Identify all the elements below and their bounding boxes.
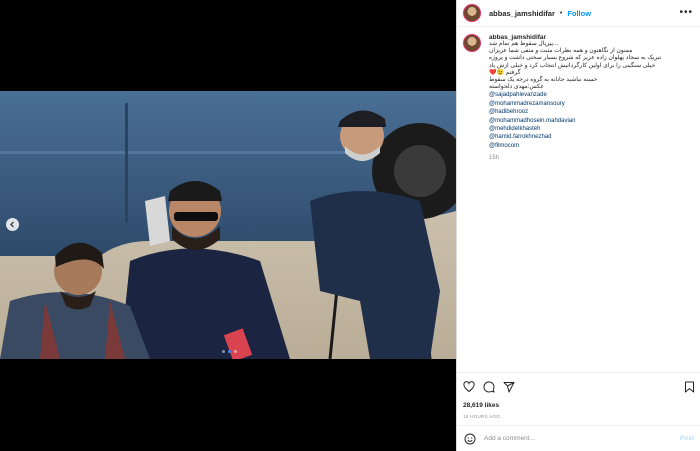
mention-link[interactable]: @sajadpahlevanzade bbox=[489, 91, 685, 99]
header-username[interactable]: abbas_jamshidifar bbox=[489, 9, 555, 18]
action-bar bbox=[463, 380, 695, 394]
post-comment-button[interactable]: Post bbox=[680, 435, 694, 442]
mention-link[interactable]: @hadibehrooz bbox=[489, 108, 685, 116]
more-options-icon[interactable]: ••• bbox=[679, 7, 693, 18]
comment-icon bbox=[483, 381, 495, 393]
chevron-left-icon bbox=[10, 221, 14, 228]
post-date: 15 HOURS AGO bbox=[463, 414, 501, 419]
carousel-dot bbox=[234, 350, 237, 353]
share-icon bbox=[503, 382, 515, 393]
like-button[interactable] bbox=[463, 381, 475, 393]
carousel-indicator bbox=[222, 350, 237, 353]
bookmark-icon bbox=[685, 381, 694, 393]
emoji-icon[interactable] bbox=[464, 433, 476, 445]
comment-button[interactable] bbox=[483, 381, 495, 393]
heart-icon bbox=[463, 381, 475, 393]
previous-image-button[interactable] bbox=[6, 218, 19, 231]
avatar[interactable] bbox=[463, 4, 481, 22]
mention-link[interactable]: @hamid.farrokhnezhad bbox=[489, 133, 685, 141]
save-button[interactable] bbox=[684, 381, 695, 393]
caption-username[interactable]: abbas_jamshidifar bbox=[489, 34, 685, 41]
share-button[interactable] bbox=[503, 381, 515, 393]
caption-body: abbas_jamshidifar ...پیرپال سقوط هم تمام… bbox=[489, 34, 685, 161]
caption-avatar[interactable] bbox=[463, 34, 481, 52]
mention-link[interactable]: @mohammadhosein.mahdavian bbox=[489, 117, 685, 125]
separator-dot: • bbox=[559, 9, 563, 17]
caption-line: عکس:مهدی دلخواسته bbox=[489, 84, 544, 91]
post-photo[interactable] bbox=[0, 91, 456, 359]
caption-line: گرفتم 😉❤️ bbox=[489, 69, 521, 76]
likes-count[interactable]: 28,619 likes bbox=[463, 402, 695, 409]
comments-area: abbas_jamshidifar ...پیرپال سقوط هم تمام… bbox=[457, 27, 700, 372]
comment-input[interactable] bbox=[484, 435, 680, 442]
caption-line: خیلی سنگینی را برای اولین کارگردانیش انت… bbox=[489, 62, 656, 69]
caption-time: 15h bbox=[489, 155, 500, 162]
post-actions: 28,619 likes 15 HOURS AGO bbox=[457, 372, 700, 419]
mention-link[interactable]: @mehdidelkhasteh bbox=[489, 125, 685, 133]
post-header: abbas_jamshidifar • Follow ••• bbox=[457, 0, 700, 27]
carousel-dot-active bbox=[228, 350, 231, 353]
mention-link[interactable]: @filmocom bbox=[489, 142, 685, 150]
caption-line: تبریک به سجاد پهلوان زاده عزیز که شروع ب… bbox=[489, 55, 662, 62]
mention-link[interactable]: @mohammadrezamansoury bbox=[489, 100, 685, 108]
post-media bbox=[0, 0, 456, 451]
add-comment-bar: Post bbox=[457, 425, 700, 451]
follow-button[interactable]: Follow bbox=[567, 9, 591, 18]
post-side-panel: abbas_jamshidifar • Follow ••• abbas_jam… bbox=[456, 0, 700, 451]
caption: abbas_jamshidifar ...پیرپال سقوط هم تمام… bbox=[463, 34, 695, 161]
carousel-dot bbox=[222, 350, 225, 353]
